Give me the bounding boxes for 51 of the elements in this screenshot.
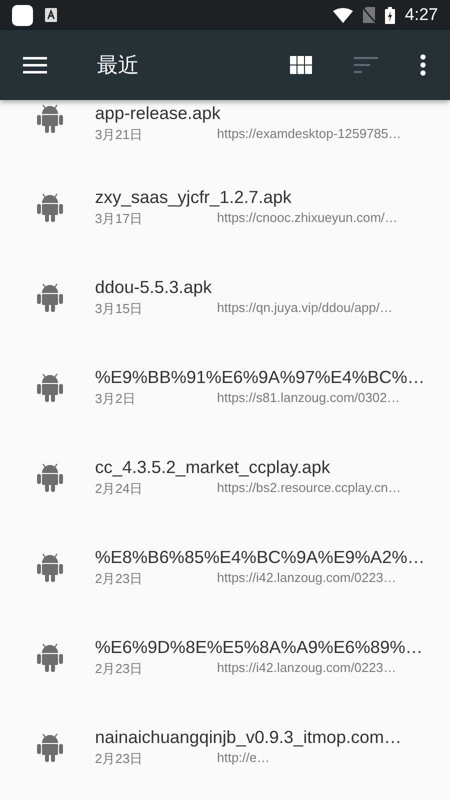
battery-icon xyxy=(384,6,395,24)
file-list-item[interactable]: ddou-5.5.3.apk 3月15日 https://qn.juya.vip/ddou/app/… xyxy=(0,252,450,342)
android-icon xyxy=(37,282,63,312)
source-url: https://cnooc.zhixueyun.com/… xyxy=(217,210,398,227)
android-icon xyxy=(37,103,63,133)
file-name: nainaichuangqinjb_v0.9.3_itmop.com… xyxy=(95,726,402,748)
download-date: 2月23日 xyxy=(95,750,144,768)
source-url: https://i42.lanzoug.com/0223… xyxy=(217,660,396,677)
toolbar-title: 最近 xyxy=(97,53,140,79)
android-icon xyxy=(37,372,63,402)
file-name: %E8%B6%85%E4%BC%9A%E9%A2%… xyxy=(95,546,426,568)
android-icon xyxy=(37,552,63,582)
android-icon xyxy=(37,642,63,672)
wifi-icon xyxy=(332,8,353,22)
source-url: https://s81.lanzoug.com/0302… xyxy=(217,390,400,407)
clock-time: 4:27 xyxy=(404,5,438,25)
android-icon xyxy=(37,732,63,762)
download-date: 2月23日 xyxy=(95,660,144,678)
file-name: ddou-5.5.3.apk xyxy=(95,276,213,298)
download-date: 2月24日 xyxy=(95,480,144,498)
file-list-item[interactable]: %E6%9D%8E%E5%8A%A9%E6%89%… 2月23日 https://i42.lanzoug.com/0223… xyxy=(0,612,450,702)
file-name: %E6%9D%8E%E5%8A%A9%E6%89%… xyxy=(95,636,424,658)
menu-icon xyxy=(23,56,47,74)
file-list-item[interactable]: nainaichuangqinjb_v0.9.3_itmop.com… 2月23日 http://e… xyxy=(0,702,450,792)
download-date: 3月17日 xyxy=(95,210,144,228)
source-url: https://bs2.resource.ccplay.cn… xyxy=(217,480,402,497)
no-sim-icon xyxy=(362,7,375,23)
file-name: zxy_saas_yjcfr_1.2.7.apk xyxy=(95,186,292,208)
source-url: http://e… xyxy=(217,750,270,767)
keyboard-icon xyxy=(45,8,57,22)
download-date: 3月21日 xyxy=(95,126,144,144)
android-icon xyxy=(37,192,63,222)
file-list-item[interactable]: %E8%B6%85%E4%BC%9A%E9%A2%… 2月23日 https://i42.lanzoug.com/0223… xyxy=(0,522,450,612)
grid-icon xyxy=(290,56,312,74)
android-icon xyxy=(37,462,63,492)
file-list-item[interactable]: app-release.apk 3月21日 https://examdesktop-1259785… xyxy=(0,100,450,162)
download-date: 3月15日 xyxy=(95,300,144,318)
source-url: https://examdesktop-1259785… xyxy=(217,126,402,143)
source-url: https://qn.juya.vip/ddou/app/… xyxy=(217,300,393,317)
source-url: https://i42.lanzoug.com/0223… xyxy=(217,570,396,587)
notification-icon xyxy=(12,4,33,26)
download-date: 3月2日 xyxy=(95,390,136,408)
file-name: %E9%BB%91%E6%9A%97%E4%BC%… xyxy=(95,366,426,388)
file-list-item[interactable]: %E9%BB%91%E6%9A%97%E4%BC%… 3月2日 https://s81.lanzoug.com/0302… xyxy=(0,342,450,432)
download-date: 2月23日 xyxy=(95,570,144,588)
file-name: cc_4.3.5.2_market_ccplay.apk xyxy=(95,456,332,478)
file-list-item[interactable]: cc_4.3.5.2_market_ccplay.apk 2月24日 https://bs2.resource.ccplay.cn… xyxy=(0,432,450,522)
more-options-icon xyxy=(420,54,426,76)
file-name: app-release.apk xyxy=(95,103,222,124)
sort-icon xyxy=(354,57,378,73)
file-list-item[interactable]: zxy_saas_yjcfr_1.2.7.apk 3月17日 https://cnooc.zhixueyun.com/… xyxy=(0,162,450,252)
